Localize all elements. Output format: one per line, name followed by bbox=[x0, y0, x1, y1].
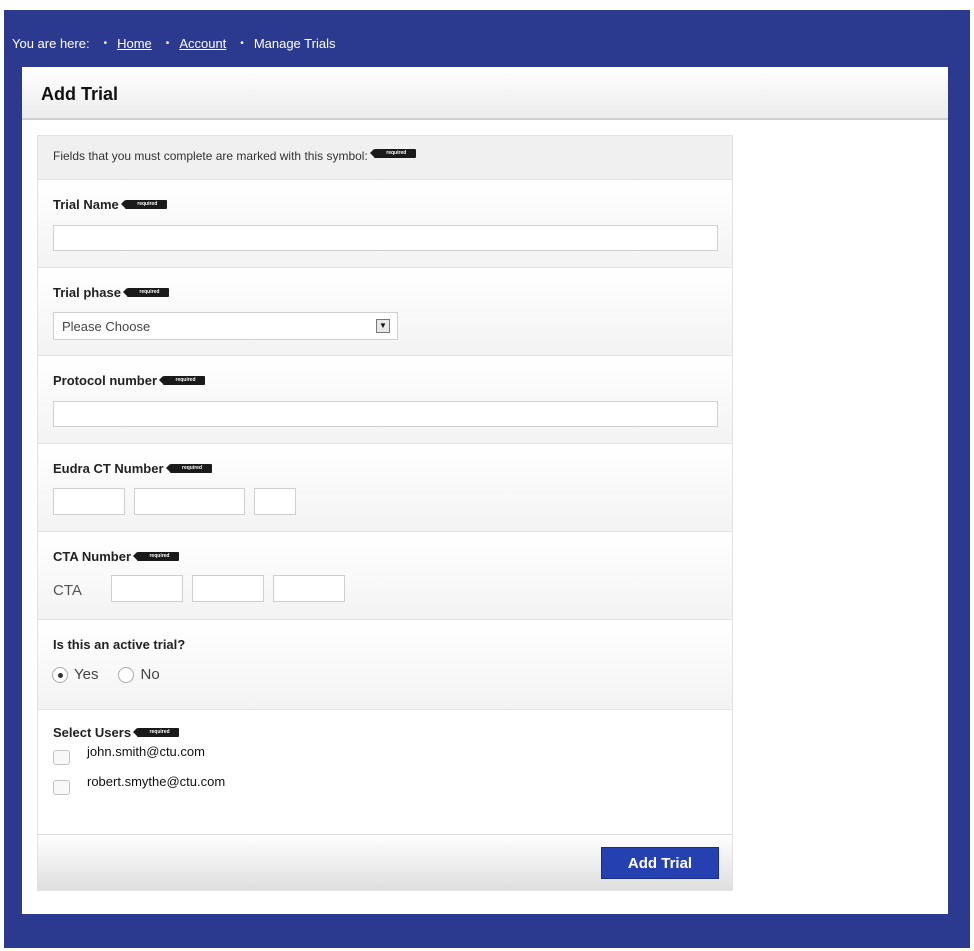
cta-part-3-input[interactable] bbox=[273, 575, 345, 602]
active-trial-options: Yes No bbox=[52, 666, 180, 683]
add-trial-form: Fields that you must complete are marked… bbox=[37, 135, 733, 891]
active-trial-section: Is this an active trial? Yes No bbox=[38, 620, 732, 710]
user-email[interactable]: robert.smythe@ctu.com bbox=[87, 774, 225, 789]
trial-name-input[interactable] bbox=[53, 225, 718, 251]
protocol-number-label-text: Protocol number bbox=[53, 373, 158, 388]
required-notice: Fields that you must complete are marked… bbox=[38, 136, 732, 180]
cta-prefix: CTA bbox=[53, 582, 82, 599]
active-trial-no-radio[interactable] bbox=[118, 666, 135, 683]
required-badge: required bbox=[133, 728, 180, 737]
user-checkbox[interactable] bbox=[53, 750, 70, 765]
active-trial-no-label[interactable]: No bbox=[140, 666, 159, 683]
user-email[interactable]: john.smith@ctu.com bbox=[87, 744, 205, 759]
cta-part-1-input[interactable] bbox=[111, 575, 183, 602]
breadcrumb-separator: • bbox=[103, 37, 108, 49]
active-trial-label-text: Is this an active trial? bbox=[53, 637, 186, 652]
breadcrumb-current: Manage Trials bbox=[253, 35, 336, 51]
required-badge: required bbox=[159, 376, 206, 385]
select-users-section: Select Users required john.smith@ctu.com… bbox=[38, 710, 732, 834]
select-users-label-text: Select Users bbox=[53, 725, 132, 740]
trial-phase-label: Trial phase required bbox=[53, 285, 169, 300]
active-trial-yes-label[interactable]: Yes bbox=[74, 666, 98, 683]
page-title: Add Trial bbox=[41, 84, 119, 104]
active-trial-label: Is this an active trial? bbox=[53, 637, 185, 652]
required-badge: required bbox=[369, 149, 416, 158]
user-row: john.smith@ctu.com bbox=[53, 744, 205, 765]
eudra-ct-part-1-input[interactable] bbox=[53, 488, 125, 515]
user-checkbox[interactable] bbox=[53, 780, 70, 795]
protocol-number-section: Protocol number required bbox=[38, 356, 732, 444]
trial-phase-selected: Please Choose bbox=[62, 319, 151, 334]
required-badge: required bbox=[133, 552, 179, 561]
protocol-number-label: Protocol number required bbox=[53, 373, 206, 388]
select-users-label: Select Users required bbox=[53, 725, 180, 740]
trial-name-label-text: Trial Name bbox=[53, 197, 119, 212]
breadcrumb-home-link[interactable]: Home bbox=[117, 36, 152, 51]
cta-number-section: CTA Number required CTA bbox=[38, 532, 732, 620]
required-badge: required bbox=[120, 200, 167, 209]
required-badge: required bbox=[122, 288, 169, 297]
trial-phase-section: Trial phase required Please Choose ▼ bbox=[38, 268, 732, 356]
eudra-ct-section: Eudra CT Number required bbox=[38, 444, 732, 532]
trial-phase-label-text: Trial phase bbox=[53, 285, 121, 300]
breadcrumb: You are here: • Home • Account • Manage … bbox=[12, 34, 335, 52]
trial-phase-select[interactable]: Please Choose ▼ bbox=[53, 312, 398, 340]
protocol-number-input[interactable] bbox=[53, 401, 718, 427]
user-row: robert.smythe@ctu.com bbox=[53, 774, 225, 795]
breadcrumb-account-link[interactable]: Account bbox=[179, 36, 226, 51]
cta-number-label-text: CTA Number bbox=[53, 549, 131, 564]
panel-header: Add Trial bbox=[22, 67, 948, 120]
eudra-ct-part-3-input[interactable] bbox=[254, 488, 296, 515]
trial-name-label: Trial Name required bbox=[53, 197, 167, 212]
eudra-ct-part-2-input[interactable] bbox=[134, 488, 245, 515]
required-badge: required bbox=[165, 464, 212, 473]
breadcrumb-separator: • bbox=[240, 37, 244, 49]
form-footer: Add Trial bbox=[38, 834, 732, 890]
active-trial-yes-radio[interactable] bbox=[52, 666, 68, 683]
add-trial-button[interactable]: Add Trial bbox=[601, 847, 719, 879]
eudra-ct-label-text: Eudra CT Number bbox=[53, 461, 164, 476]
eudra-ct-label: Eudra CT Number required bbox=[53, 461, 212, 476]
cta-part-2-input[interactable] bbox=[192, 575, 264, 602]
required-notice-text: Fields that you must complete are marked… bbox=[53, 149, 368, 163]
trial-name-section: Trial Name required bbox=[38, 180, 732, 268]
cta-number-label: CTA Number required bbox=[53, 549, 179, 564]
breadcrumb-prefix: You are here: bbox=[12, 35, 90, 51]
breadcrumb-separator: • bbox=[165, 37, 170, 49]
add-trial-panel: Add Trial Fields that you must complete … bbox=[22, 67, 948, 914]
chevron-down-icon[interactable]: ▼ bbox=[376, 319, 390, 333]
